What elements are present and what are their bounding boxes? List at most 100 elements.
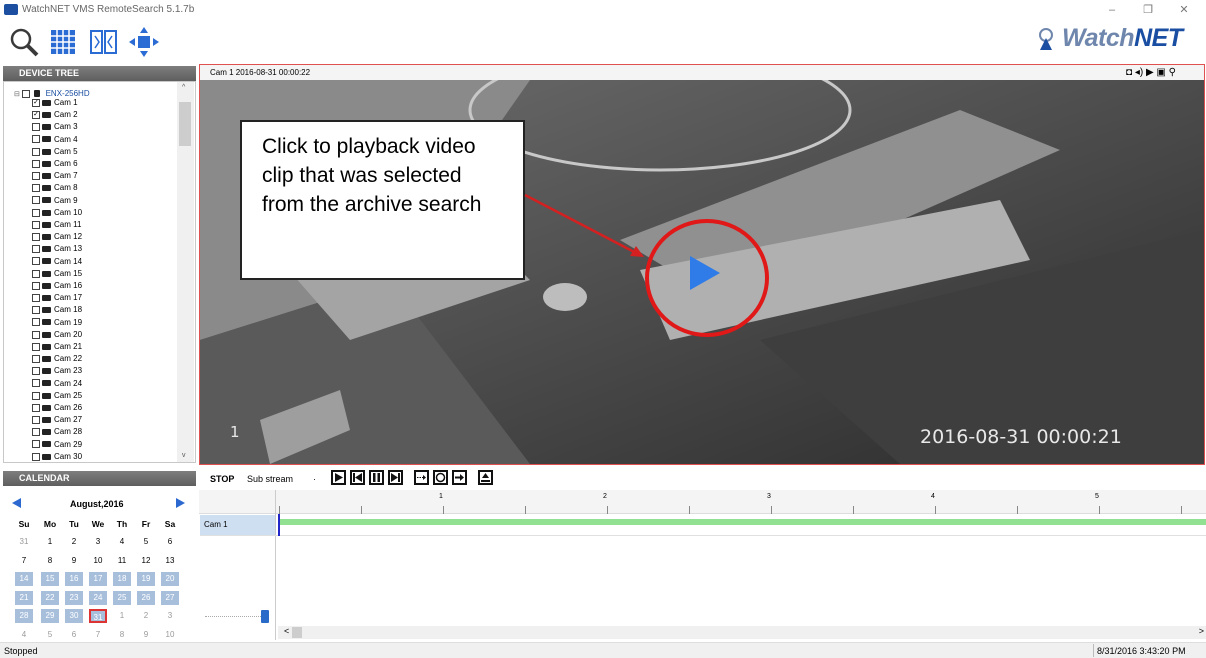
calendar-day[interactable]: 3	[89, 535, 107, 549]
calendar-day[interactable]: 6	[65, 628, 83, 642]
tree-cam-item[interactable]: Cam 17	[32, 293, 82, 302]
tree-cam-item[interactable]: Cam 29	[32, 440, 82, 449]
tree-cam-item[interactable]: Cam 16	[32, 281, 82, 290]
tree-cam-item[interactable]: Cam 6	[32, 159, 78, 168]
close-button[interactable]: ✕	[1170, 2, 1198, 18]
timeline-scroll-thumb[interactable]	[292, 627, 302, 638]
scroll-right-icon[interactable]: >	[1199, 626, 1204, 636]
cam-checkbox[interactable]	[32, 306, 40, 315]
cam-checkbox[interactable]: ✓	[32, 98, 40, 107]
calendar-day[interactable]: 30	[65, 609, 83, 623]
calendar-day[interactable]: 23	[65, 590, 83, 605]
prev-month-icon[interactable]	[12, 498, 21, 508]
calendar-day[interactable]: 31	[15, 535, 33, 549]
cam-checkbox[interactable]	[32, 257, 40, 266]
calendar-day[interactable]: 9	[65, 554, 83, 568]
cam-checkbox[interactable]	[32, 123, 40, 132]
tree-cam-item[interactable]: Cam 27	[32, 415, 82, 424]
skip-start-button[interactable]	[350, 470, 365, 485]
timeline-cam-label[interactable]: Cam 1	[200, 515, 275, 535]
scroll-up-icon[interactable]: ^	[182, 84, 185, 91]
calendar-day[interactable]: 5	[137, 535, 155, 549]
calendar-day[interactable]: 5	[41, 628, 59, 642]
calendar-day[interactable]: 10	[89, 554, 107, 568]
tree-cam-item[interactable]: Cam 24	[32, 379, 82, 388]
tree-cam-item[interactable]: ✓ Cam 1	[32, 98, 78, 107]
next-month-icon[interactable]	[176, 498, 185, 508]
tree-cam-item[interactable]: Cam 28	[32, 427, 82, 436]
tree-cam-item[interactable]: Cam 8	[32, 183, 78, 192]
scroll-left-icon[interactable]: <	[284, 626, 289, 636]
calendar-day[interactable]: 1	[41, 535, 59, 549]
play-button[interactable]	[331, 470, 346, 485]
zoom-slider[interactable]	[205, 616, 265, 617]
split-view-icon[interactable]	[88, 26, 120, 58]
pause-button[interactable]	[369, 470, 384, 485]
calendar-day[interactable]: 25	[113, 590, 131, 605]
skip-end-button[interactable]	[388, 470, 403, 485]
grid-icon[interactable]	[48, 26, 80, 58]
cam-checkbox[interactable]	[32, 330, 40, 339]
cam-checkbox[interactable]	[32, 318, 40, 327]
calendar-day[interactable]: 4	[15, 628, 33, 642]
cam-checkbox[interactable]: ✓	[32, 111, 40, 120]
minimize-button[interactable]: –	[1098, 2, 1126, 18]
cam-checkbox[interactable]	[32, 391, 40, 400]
tree-cam-item[interactable]: Cam 25	[32, 391, 82, 400]
cam-checkbox[interactable]	[32, 172, 40, 181]
cam-checkbox[interactable]	[32, 416, 40, 425]
search-icon[interactable]	[8, 26, 40, 58]
calendar-day[interactable]: 24	[89, 590, 107, 605]
cam-checkbox[interactable]	[32, 355, 40, 364]
record-button[interactable]	[433, 470, 448, 485]
calendar-day[interactable]: 21	[15, 590, 33, 605]
tree-cam-item[interactable]: ✓ Cam 2	[32, 110, 78, 119]
cam-checkbox[interactable]	[32, 245, 40, 254]
calendar-day[interactable]: 7	[89, 628, 107, 642]
calendar-day[interactable]: 14	[15, 572, 33, 586]
tree-cam-item[interactable]: Cam 19	[32, 318, 82, 327]
calendar-day[interactable]: 11	[113, 554, 131, 568]
calendar-day[interactable]: 7	[15, 554, 33, 568]
cam-checkbox[interactable]	[32, 233, 40, 242]
tree-cam-item[interactable]: Cam 20	[32, 330, 82, 339]
stream-select[interactable]: Sub stream ·	[243, 472, 323, 486]
tree-cam-item[interactable]: Cam 18	[32, 305, 82, 314]
root-checkbox[interactable]	[22, 89, 31, 98]
cam-checkbox[interactable]	[32, 269, 40, 278]
calendar-day[interactable]: 31	[89, 609, 107, 623]
calendar-day[interactable]: 27	[161, 590, 179, 605]
step-forward-button[interactable]	[414, 470, 429, 485]
cam-checkbox[interactable]	[32, 220, 40, 229]
tree-cam-item[interactable]: Cam 21	[32, 342, 82, 351]
calendar-day[interactable]: 9	[137, 628, 155, 642]
tree-cam-item[interactable]: Cam 23	[32, 366, 82, 375]
tree-cam-item[interactable]: Cam 12	[32, 232, 82, 241]
video-tools[interactable]: ◘ ◂) ▶ ▣ ⚲	[1126, 67, 1176, 78]
calendar-day[interactable]: 16	[65, 572, 83, 586]
collapse-icon[interactable]: ⊟	[14, 91, 20, 98]
cam-checkbox[interactable]	[32, 147, 40, 156]
ptz-icon[interactable]	[128, 26, 160, 58]
cam-checkbox[interactable]	[32, 342, 40, 351]
calendar-day[interactable]: 18	[113, 572, 131, 586]
tree-cam-item[interactable]: Cam 26	[32, 403, 82, 412]
cam-checkbox[interactable]	[32, 428, 40, 437]
calendar-day[interactable]: 26	[137, 590, 155, 605]
tree-root[interactable]: ⊟ ENX-256HD	[14, 89, 90, 98]
export-button[interactable]	[452, 470, 467, 485]
cam-checkbox[interactable]	[32, 403, 40, 412]
timeline-ruler[interactable]: 1 2 3 4 5	[199, 490, 1206, 514]
zoom-slider-thumb[interactable]	[261, 610, 269, 623]
cam-checkbox[interactable]	[32, 135, 40, 144]
calendar-day[interactable]: 4	[113, 535, 131, 549]
cam-checkbox[interactable]	[32, 379, 40, 388]
tree-cam-item[interactable]: Cam 5	[32, 147, 78, 156]
cam-checkbox[interactable]	[32, 452, 40, 461]
calendar-day[interactable]: 10	[161, 628, 179, 642]
tree-cam-item[interactable]: Cam 3	[32, 122, 78, 131]
device-tree-header[interactable]: DEVICE TREE	[3, 66, 196, 81]
tree-cam-item[interactable]: Cam 9	[32, 196, 78, 205]
save-button[interactable]	[478, 470, 493, 485]
calendar-day[interactable]: 12	[137, 554, 155, 568]
